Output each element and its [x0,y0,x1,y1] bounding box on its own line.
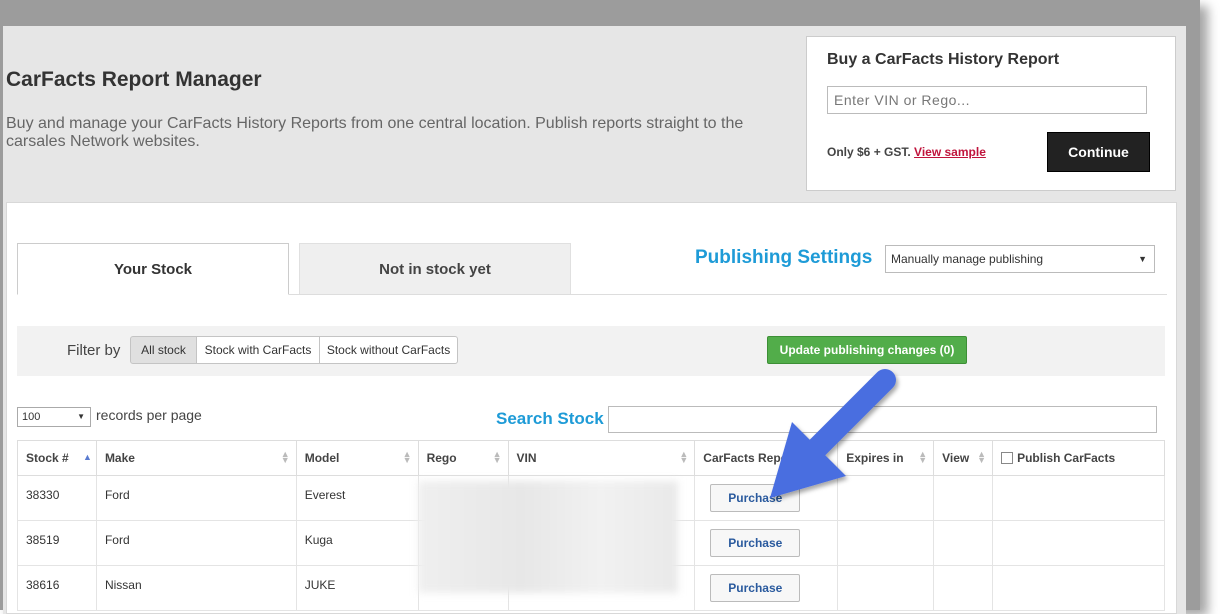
records-value: 100 [22,411,41,423]
cell-make: Ford [95,475,297,521]
sort-asc-icon: ▲ [83,452,92,462]
cell-report: Purchase [694,520,839,566]
filter-bar: Filter by All stock Stock with CarFacts … [17,326,1165,376]
filter-all-stock[interactable]: All stock [130,336,197,364]
cell-model: JUKE [295,565,419,611]
sort-icon: ▲ ▼ [977,449,987,465]
price-note: Only $6 + GST. View sample [827,145,986,159]
publishing-settings-label: Publishing Settings [695,247,873,268]
filter-without-carfacts[interactable]: Stock without CarFacts [319,336,458,364]
cell-publish [992,475,1165,521]
cell-view [933,565,994,611]
buy-report-box: Buy a CarFacts History Report Only $6 + … [806,36,1176,191]
cell-publish [992,565,1165,611]
callout-arrow-icon [770,369,896,498]
header-make[interactable]: Make ▲ ▼ [95,440,297,476]
tab-your-stock[interactable]: Your Stock [17,243,289,295]
cell-expires [837,520,935,566]
cell-stock: 38519 [17,520,97,566]
cell-model: Everest [295,475,419,521]
sort-icon: ▲ ▼ [918,449,928,465]
cell-stock: 38330 [17,475,97,521]
sort-icon: ▲ ▼ [679,449,689,465]
header-view[interactable]: View ▲ ▼ [933,440,994,476]
filter-label: Filter by [67,342,121,359]
publishing-selected: Manually manage publishing [891,252,1044,266]
buy-report-title: Buy a CarFacts History Report [827,51,1060,68]
vin-rego-input[interactable] [827,86,1147,114]
header-rego[interactable]: Rego ▲ ▼ [417,440,509,476]
cell-make: Ford [95,520,297,566]
view-sample-link[interactable]: View sample [914,145,986,159]
header-stock[interactable]: Stock # ▲ [17,440,97,476]
sort-icon: ▲ ▼ [492,449,502,465]
cell-publish [992,520,1165,566]
records-per-page-label: records per page [96,407,202,423]
search-stock-label: Search Stock [496,409,604,428]
header-model[interactable]: Model ▲ ▼ [295,440,419,476]
purchase-button[interactable]: Purchase [710,529,801,557]
cell-model: Kuga [295,520,419,566]
cell-make: Nissan [95,565,297,611]
cell-stock: 38616 [17,565,97,611]
table-header-row: Stock # ▲ Make ▲ ▼ Model ▲ ▼ Rego ▲ ▼ VIN ▲ ▼ Car… [17,440,1165,476]
publish-all-checkbox[interactable] [1001,452,1014,464]
page-title: CarFacts Report Manager [6,68,262,91]
filter-with-carfacts[interactable]: Stock with CarFacts [196,336,320,364]
header-publish: Publish CarFacts [992,440,1165,476]
price-text: Only $6 + GST. [827,145,911,159]
continue-button[interactable]: Continue [1047,132,1150,172]
dropdown-arrow-icon: ▼ [1138,254,1147,264]
publishing-settings-select[interactable]: Manually manage publishing ▼ [885,245,1155,273]
purchase-button[interactable]: Purchase [710,574,801,602]
records-per-page-select[interactable]: 100 ▼ [17,407,91,427]
sort-icon: ▲ ▼ [280,449,290,465]
cell-report: Purchase [694,565,839,611]
redacted-rego-vin [418,481,678,593]
cell-view [933,475,994,521]
header-vin[interactable]: VIN ▲ ▼ [507,440,696,476]
sort-icon: ▲ ▼ [402,449,412,465]
cell-view [933,520,994,566]
page-description: Buy and manage your CarFacts History Rep… [6,115,744,150]
cell-expires [837,565,935,611]
dropdown-arrow-icon: ▼ [77,412,85,421]
tab-not-in-stock[interactable]: Not in stock yet [299,243,571,295]
